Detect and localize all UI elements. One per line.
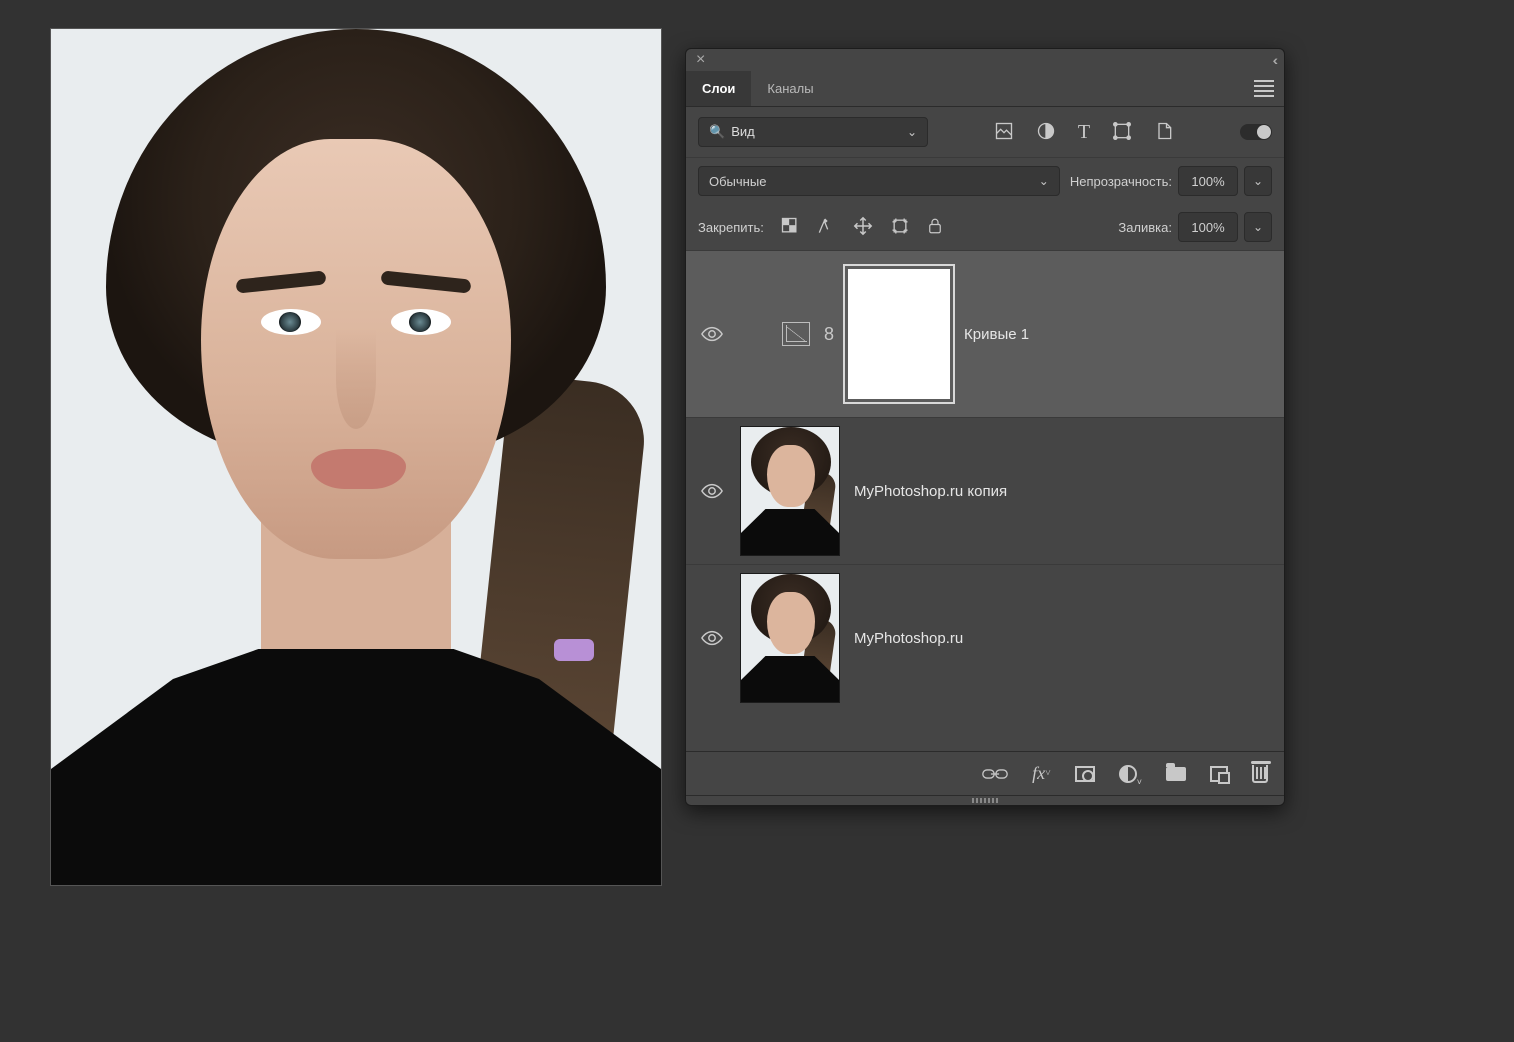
delete-layer-icon[interactable] xyxy=(1252,765,1268,783)
lock-artboard-icon[interactable] xyxy=(890,216,910,239)
blend-mode-value: Обычные xyxy=(709,174,766,189)
new-group-icon[interactable] xyxy=(1166,767,1186,781)
visibility-toggle[interactable] xyxy=(698,630,726,646)
layer-fx-icon[interactable]: fx˅ xyxy=(1032,763,1051,784)
chevron-down-icon: ⌄ xyxy=(1039,174,1049,188)
add-mask-icon[interactable] xyxy=(1075,766,1095,782)
search-icon: 🔍 xyxy=(709,124,725,139)
layer-row[interactable]: MyPhotoshop.ru xyxy=(686,564,1284,711)
layer-filter-dropdown[interactable]: 🔍 Вид ⌄ xyxy=(698,117,928,147)
layer-name[interactable]: MyPhotoshop.ru xyxy=(854,630,963,647)
visibility-toggle[interactable] xyxy=(698,326,726,342)
filter-adjustment-icon[interactable] xyxy=(1036,121,1056,144)
layer-row[interactable]: 8 Кривые 1 xyxy=(686,250,1284,417)
portrait-image xyxy=(51,29,661,885)
lock-pixels-icon[interactable] xyxy=(816,216,836,239)
layer-name[interactable]: Кривые 1 xyxy=(964,326,1029,343)
fill-label: Заливка: xyxy=(1118,220,1172,235)
curves-adjustment-icon[interactable] xyxy=(782,322,810,346)
filter-shape-icon[interactable] xyxy=(1112,121,1132,144)
lock-position-icon[interactable] xyxy=(852,215,874,240)
layer-name[interactable]: MyPhotoshop.ru копия xyxy=(854,483,1007,500)
document-canvas[interactable] xyxy=(50,28,662,886)
tab-layers[interactable]: Слои xyxy=(686,71,751,106)
fill-dropdown-button[interactable]: ⌄ xyxy=(1244,212,1272,242)
new-layer-icon[interactable] xyxy=(1210,766,1228,782)
lock-all-icon[interactable] xyxy=(926,217,944,238)
close-icon[interactable]: × xyxy=(696,52,705,68)
layer-thumbnail[interactable] xyxy=(740,426,840,556)
filter-toggle[interactable] xyxy=(1240,124,1272,140)
fill-input[interactable]: 100% xyxy=(1178,212,1238,242)
collapse-icon[interactable]: ‹‹ xyxy=(1273,52,1274,68)
opacity-input[interactable]: 100% xyxy=(1178,166,1238,196)
panel-resize-grip[interactable] xyxy=(686,795,1284,805)
tab-channels[interactable]: Каналы xyxy=(751,71,829,106)
blend-mode-dropdown[interactable]: Обычные ⌄ xyxy=(698,166,1060,196)
layer-row[interactable]: MyPhotoshop.ru копия xyxy=(686,417,1284,564)
layers-list: 8 Кривые 1 MyPhotoshop.ru копия MyPh xyxy=(686,250,1284,751)
layers-empty-area[interactable] xyxy=(686,711,1284,751)
opacity-label: Непрозрачность: xyxy=(1070,174,1172,189)
chevron-down-icon: ⌄ xyxy=(907,125,917,139)
filter-pixel-icon[interactable] xyxy=(994,121,1014,144)
panel-menu-icon[interactable] xyxy=(1254,80,1274,97)
filter-label: Вид xyxy=(731,124,755,139)
visibility-toggle[interactable] xyxy=(698,483,726,499)
layer-thumbnail[interactable] xyxy=(740,573,840,703)
layer-mask-thumbnail[interactable] xyxy=(848,269,950,399)
filter-type-icon[interactable]: T xyxy=(1078,121,1090,144)
opacity-dropdown-button[interactable]: ⌄ xyxy=(1244,166,1272,196)
filter-smartobject-icon[interactable] xyxy=(1154,121,1174,144)
lock-transparency-icon[interactable] xyxy=(780,216,800,239)
lock-label: Закрепить: xyxy=(698,220,764,235)
mask-link-icon[interactable]: 8 xyxy=(824,324,834,345)
layers-panel: × ‹‹ Слои Каналы 🔍 Вид ⌄ T Обычные ⌄ xyxy=(685,48,1285,806)
link-layers-icon[interactable] xyxy=(982,767,1008,781)
new-adjustment-icon[interactable]: ˅ xyxy=(1119,765,1142,783)
